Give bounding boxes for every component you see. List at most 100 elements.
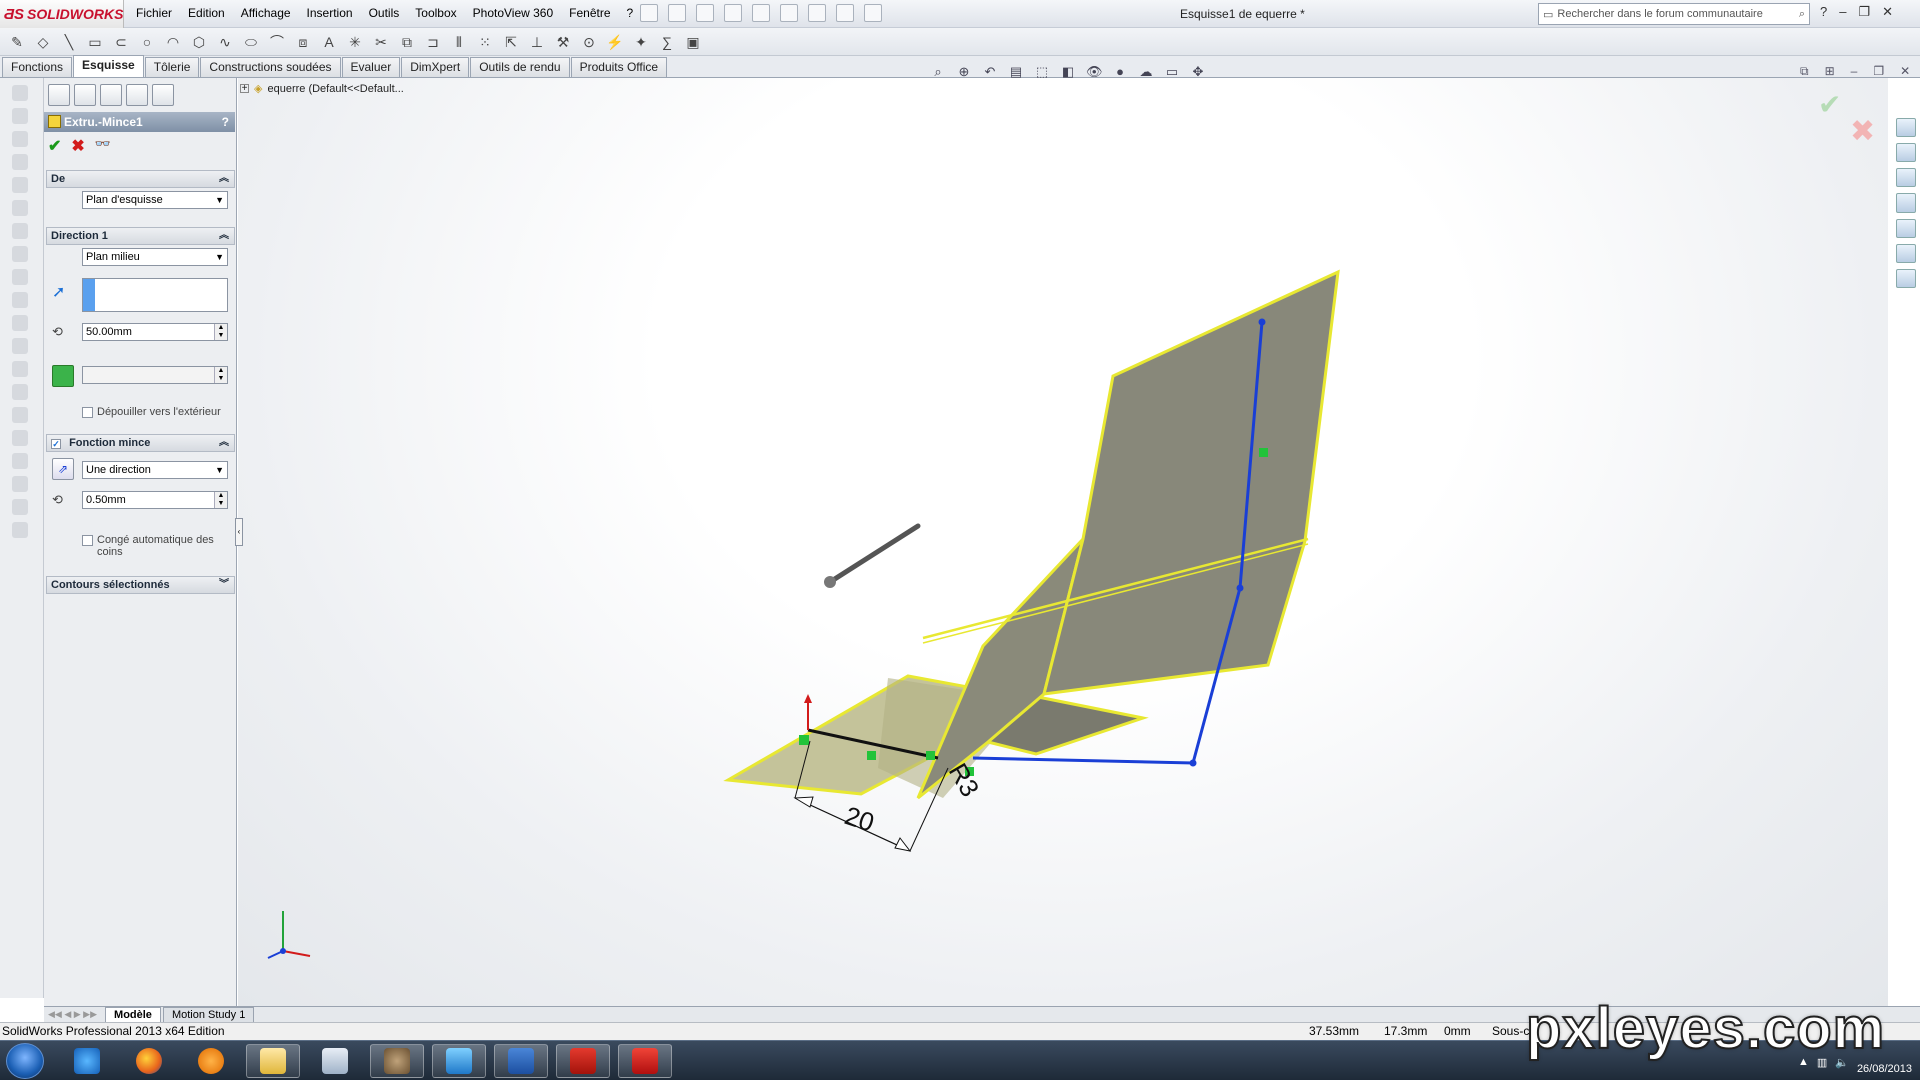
zoom-to-area-icon[interactable]: ⊕ [956,64,972,80]
print-icon[interactable] [724,4,742,22]
help-dropdown-icon[interactable]: ? [1820,4,1827,20]
community-search-input[interactable]: ▭ Rechercher dans le forum communautaire… [1538,3,1810,25]
taskbar-gimp[interactable] [370,1044,424,1078]
menu-insertion[interactable]: Insertion [307,6,353,20]
taskbar-media-player[interactable] [184,1044,238,1078]
mirror-icon[interactable]: ⫴ [450,33,468,51]
draft-angle-input[interactable]: ▲ ▼ [82,366,228,384]
sketch-endpoint-top[interactable] [1258,318,1266,326]
menu-edition[interactable]: Edition [188,6,225,20]
viewport-split-icon[interactable]: ⊞ [1825,64,1835,79]
appearances-icon[interactable] [1896,243,1916,263]
taskbar-file-explorer[interactable] [246,1044,300,1078]
tab-produits-office[interactable]: Produits Office [570,57,668,77]
help-button[interactable]: ? [222,112,229,132]
linear-pattern-icon[interactable]: ⁙ [476,33,494,51]
dimension-width-text[interactable]: 20 [841,800,878,837]
direction-arrow[interactable] [827,523,921,585]
tab-tolerie[interactable]: Tôlerie [144,57,200,77]
instant3d-icon[interactable] [12,522,28,538]
expand-icon[interactable]: ︾ [219,577,229,593]
spline-icon[interactable]: ∿ [216,33,234,51]
viewport-minimize-icon[interactable]: – [1851,64,1858,79]
polygon-icon[interactable]: ⬡ [190,33,208,51]
cancel-button[interactable]: ✖ [71,136,84,156]
edit-appearance-icon[interactable]: ● [1112,64,1128,80]
view-settings-icon[interactable]: ▭ [1164,64,1180,80]
mirror-feature-icon[interactable] [12,430,28,446]
wrap-icon[interactable] [12,407,28,423]
section-view-icon[interactable]: ▤ [1008,64,1024,80]
draft-outward-box[interactable] [82,407,93,418]
tray-date[interactable]: 26/08/2013 [1857,1063,1912,1075]
apply-scene-icon[interactable]: ☁ [1138,64,1154,80]
options-icon[interactable] [864,4,882,22]
menu-photoview[interactable]: PhotoView 360 [473,6,554,20]
menu-toolbox[interactable]: Toolbox [415,6,456,20]
section-from[interactable]: De ︽ [46,170,235,188]
previous-view-icon[interactable]: ↶ [982,64,998,80]
thickness-input[interactable]: 0.50mm ▲ ▼ [82,491,228,509]
upper-wall-face[interactable] [1042,269,1340,696]
tab-modele[interactable]: Modèle [105,1007,161,1022]
move-entities-icon[interactable]: ⇱ [502,33,520,51]
shaded-contours-icon[interactable]: ∑ [658,33,676,51]
confirm-corner-ok-icon[interactable]: ✔ [1818,88,1841,121]
point-icon[interactable]: ✳ [346,33,364,51]
cut-extrude-icon[interactable] [12,200,28,216]
shell-icon[interactable] [12,338,28,354]
line-icon[interactable]: ╲ [60,33,78,51]
menu-outils[interactable]: Outils [369,6,400,20]
tab-esquisse[interactable]: Esquisse [73,55,144,77]
tab-fonctions[interactable]: Fonctions [2,57,73,77]
custom-properties-icon[interactable] [1896,268,1916,288]
end-condition-select[interactable]: Plan milieu ▼ [82,248,228,266]
close-icon[interactable]: ✕ [1882,4,1893,20]
slot-icon[interactable]: ⊂ [112,33,130,51]
sketch-icon[interactable]: ✎ [8,33,26,51]
collapse-icon[interactable]: ︽ [219,228,229,244]
menu-fichier[interactable]: Fichier [136,6,172,20]
zoom-to-fit-icon[interactable]: ⌕ [930,64,946,80]
depth-input[interactable]: 50.00mm ▲ ▼ [82,323,228,341]
dimxpertmanager-tab[interactable] [126,84,148,106]
select-icon[interactable] [780,4,798,22]
feature-tree-root[interactable]: equerre (Default<<Default... [267,83,403,95]
undo-icon[interactable] [752,4,770,22]
search-icon[interactable]: ⌕ [1799,8,1805,21]
taskbar-firefox[interactable] [122,1044,176,1078]
loft-icon[interactable] [12,154,28,170]
split-view-icon[interactable]: ⧉ [1800,64,1809,79]
fillet-feature-icon[interactable] [12,269,28,285]
section-direction1[interactable]: Direction 1 ︽ [46,227,235,245]
tab-evaluer[interactable]: Evaluer [341,57,401,77]
plane-icon[interactable]: ⧈ [294,33,312,51]
section-thin-feature[interactable]: ✓ Fonction mince ︽ [46,434,235,452]
ellipse-icon[interactable]: ⬭ [242,33,260,51]
menu-help[interactable]: ? [627,6,634,20]
draft-spinner-icon[interactable]: ▲ ▼ [214,367,227,383]
feature-tree-flyout[interactable]: + ◈ equerre (Default<<Default... [240,82,404,95]
solidworks-logo[interactable]: ƋS SOLIDWORKS [0,0,124,28]
sketch-endpoint-bend[interactable] [1189,759,1197,767]
fillet-icon[interactable]: ⌒ [268,33,286,51]
taskbar-word[interactable] [494,1044,548,1078]
hole-wizard-icon[interactable] [12,246,28,262]
pattern-feature-icon[interactable] [12,453,28,469]
hide-show-items-icon[interactable]: 👁 [1086,64,1103,80]
curves-icon[interactable] [12,499,28,515]
taskbar-internet-explorer[interactable] [60,1044,114,1078]
reverse-thin-direction-icon[interactable]: ⇗ [52,458,74,480]
viewport-restore-icon[interactable]: ❐ [1873,64,1884,79]
display-style-icon[interactable]: ◧ [1060,64,1076,80]
trim-icon[interactable]: ✂ [372,33,390,51]
rebuild-icon[interactable] [808,4,826,22]
confirm-corner-cancel-icon[interactable]: ✖ [1850,114,1875,149]
thickness-spinner-icon[interactable]: ▲ ▼ [214,492,227,508]
propertymanager-tab[interactable] [74,84,96,106]
reverse-direction-icon[interactable]: ➚ [52,282,74,304]
minimize-icon[interactable]: – [1839,4,1846,20]
menu-affichage[interactable]: Affichage [241,6,291,20]
reference-geometry-icon[interactable] [12,476,28,492]
save-icon[interactable] [696,4,714,22]
